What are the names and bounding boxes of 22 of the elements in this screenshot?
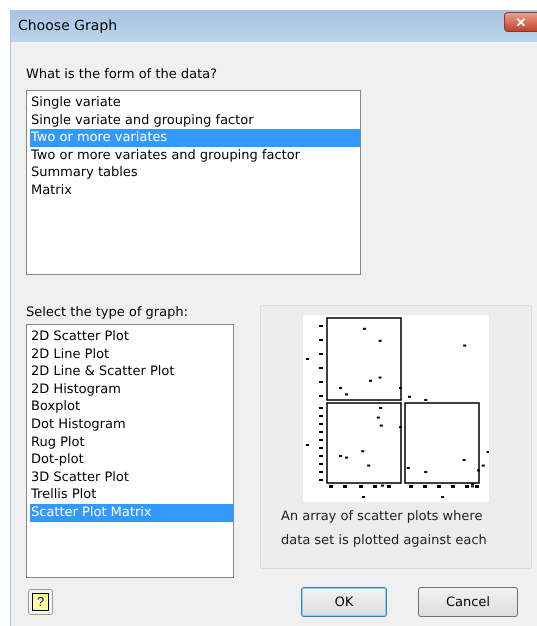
cancel-button[interactable]: Cancel — [418, 587, 518, 617]
ok-button[interactable]: OK — [301, 587, 387, 617]
window-title: Choose Graph — [18, 18, 118, 34]
list-item[interactable]: Trellis Plot — [30, 486, 233, 504]
list-item[interactable]: 2D Line & Scatter Plot — [30, 363, 233, 381]
list-item[interactable]: Two or more variates and grouping factor — [30, 146, 360, 164]
graph-prompt: Select the type of graph: — [26, 305, 189, 320]
help-button[interactable]: ? — [28, 589, 53, 615]
list-item[interactable]: Single variate and grouping factor — [30, 112, 360, 130]
list-item[interactable]: 2D Scatter Plot — [30, 328, 233, 346]
list-item[interactable]: 2D Line Plot — [30, 346, 233, 364]
list-item[interactable]: 3D Scatter Plot — [30, 468, 233, 486]
list-item[interactable]: Matrix — [30, 182, 360, 200]
list-item[interactable]: Single variate — [30, 94, 360, 112]
list-item[interactable]: Rug Plot — [30, 434, 233, 452]
list-item[interactable]: Summary tables — [30, 164, 360, 182]
list-item[interactable]: Dot-plot — [30, 451, 233, 469]
list-item[interactable]: 2D Histogram — [30, 380, 233, 398]
list-item[interactable]: Boxplot — [30, 398, 233, 416]
graph-description: An array of scatter plots where data set is plotted against each — [281, 508, 488, 550]
list-item[interactable]: Dot Histogram — [30, 416, 233, 434]
form-prompt: What is the form of the data? — [26, 67, 218, 84]
